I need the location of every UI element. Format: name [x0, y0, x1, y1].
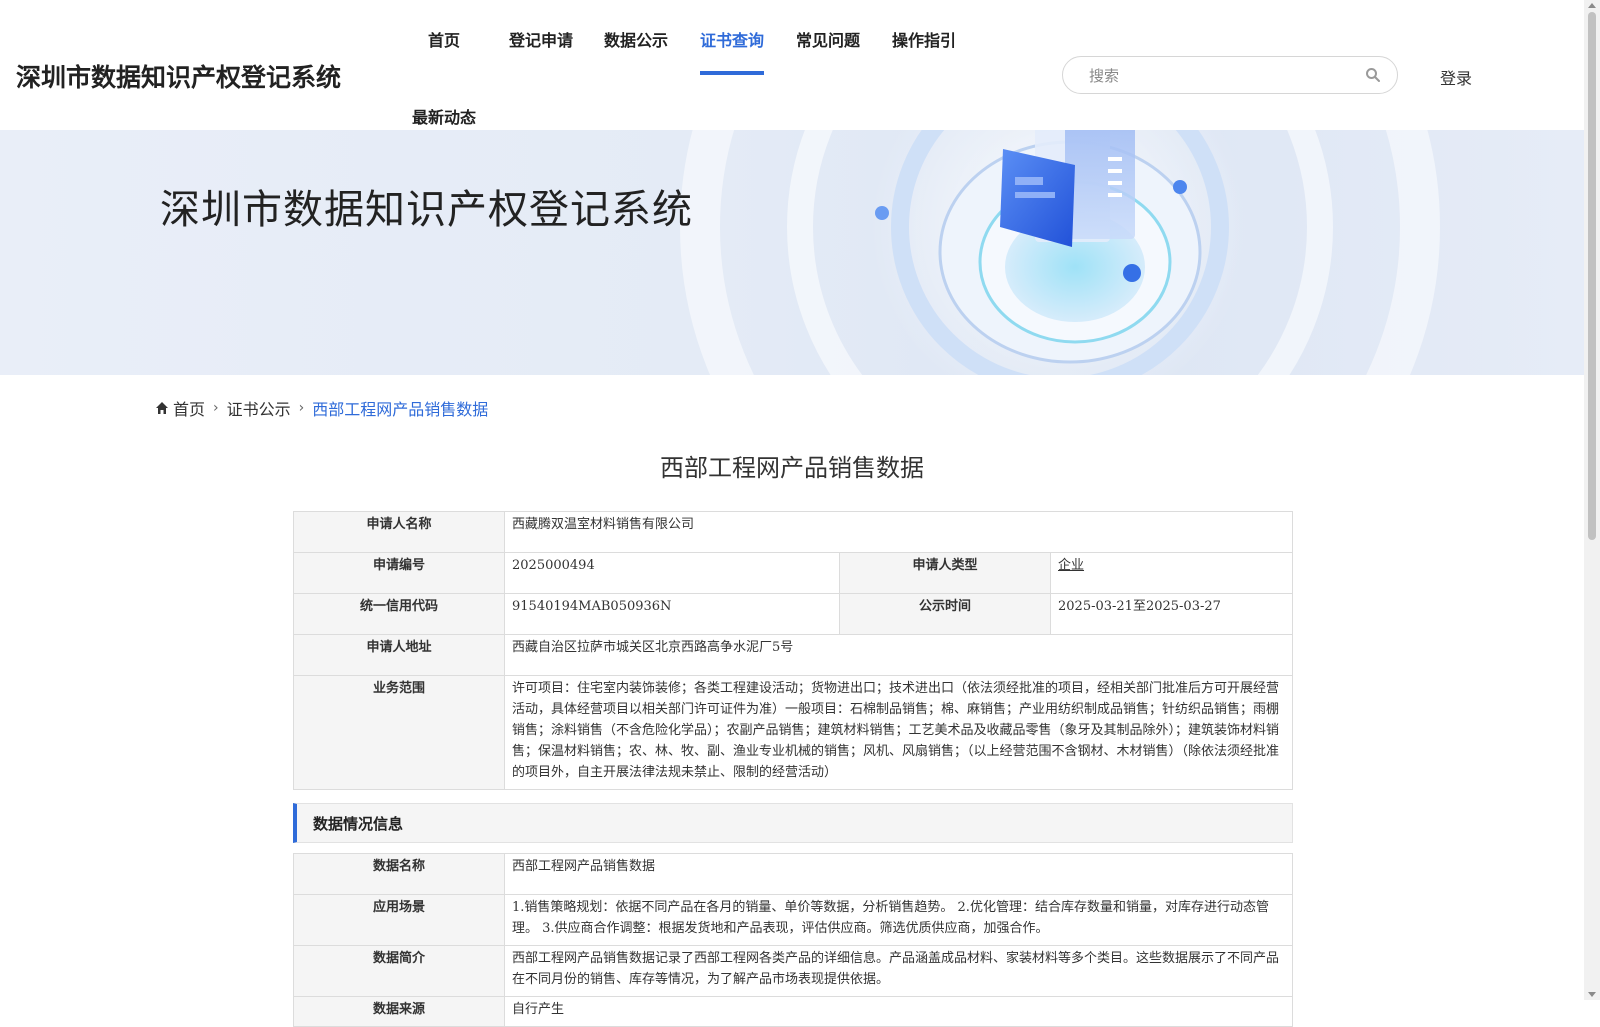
- credit-code-value: 91540194MAB050936N: [504, 593, 840, 635]
- chevron-right-icon: ›: [298, 400, 305, 416]
- application-scenario-value: 1.销售策略规划：依据不同产品在各月的销量、单价等数据，分析销售趋势。 2.优化…: [504, 894, 1293, 946]
- home-icon: [156, 402, 168, 414]
- top-header: 深圳市数据知识产权登记系统 首页 登记申请 数据公示 证书查询 常见问题 操作指…: [0, 0, 1584, 130]
- data-source-value: 自行产生: [504, 996, 1293, 1027]
- login-button[interactable]: 登录: [1440, 65, 1472, 89]
- active-nav-indicator: [700, 71, 764, 75]
- data-name-value: 西部工程网产品销售数据: [504, 853, 1293, 895]
- business-scope-value: 许可项目：住宅室内装饰装修；各类工程建设活动；货物进出口；技术进出口（依法须经批…: [504, 675, 1293, 790]
- application-number-label: 申请编号: [293, 552, 505, 594]
- vertical-scrollbar[interactable]: [1584, 0, 1600, 1000]
- applicant-name-label: 申请人名称: [293, 511, 505, 553]
- breadcrumb-certificate-publicity[interactable]: 证书公示: [227, 396, 291, 420]
- section-title: 数据情况信息: [313, 815, 404, 833]
- data-info-table: 数据名称 西部工程网产品销售数据 应用场景 1.销售策略规划：依据不同产品在各月…: [293, 853, 1293, 1027]
- nav-home[interactable]: 首页: [428, 27, 460, 51]
- chevron-right-icon: ›: [213, 400, 219, 416]
- data-source-label: 数据来源: [293, 996, 505, 1027]
- data-info-section-header: 数据情况信息: [293, 803, 1293, 843]
- data-name-label: 数据名称: [293, 853, 505, 895]
- applicant-type-label: 申请人类型: [839, 552, 1051, 594]
- scrollbar-thumb[interactable]: [1588, 12, 1596, 540]
- nav-data-publicity[interactable]: 数据公示: [604, 27, 668, 51]
- search-input[interactable]: [1087, 65, 1351, 87]
- business-scope-label: 业务范围: [293, 675, 505, 790]
- breadcrumb: 首页 › 证书公示 › 西部工程网产品销售数据: [155, 396, 488, 420]
- applicant-name-value: 西藏腾双温室材料销售有限公司: [504, 511, 1293, 553]
- applicant-address-label: 申请人地址: [293, 634, 505, 676]
- nav-register-apply[interactable]: 登记申请: [509, 27, 573, 51]
- publish-time-label: 公示时间: [839, 593, 1051, 635]
- scroll-down-icon[interactable]: [1588, 992, 1596, 997]
- breadcrumb-home[interactable]: 首页: [173, 396, 205, 420]
- publish-time-value: 2025-03-21至2025-03-27: [1050, 593, 1293, 635]
- search-box: [1062, 56, 1398, 94]
- credit-code-label: 统一信用代码: [293, 593, 505, 635]
- application-number-value: 2025000494: [504, 552, 840, 594]
- page-title: 西部工程网产品销售数据: [660, 454, 924, 482]
- nav-operation-guide[interactable]: 操作指引: [892, 27, 956, 51]
- nav-faq[interactable]: 常见问题: [796, 27, 860, 51]
- scroll-up-icon[interactable]: [1588, 3, 1596, 8]
- applicant-type-value[interactable]: 企业: [1058, 558, 1084, 573]
- applicant-info-table: 申请人名称 西藏腾双温室材料销售有限公司 申请编号 2025000494 申请人…: [293, 511, 1293, 790]
- breadcrumb-current: 西部工程网产品销售数据: [312, 400, 489, 419]
- search-icon[interactable]: [1365, 67, 1381, 83]
- banner-title: 深圳市数据知识产权登记系统: [160, 187, 693, 233]
- nav-latest-news[interactable]: 最新动态: [412, 104, 476, 128]
- nav-certificate-query[interactable]: 证书查询: [700, 27, 764, 51]
- applicant-address-value: 西藏自治区拉萨市城关区北京西路高争水泥厂5号: [504, 634, 1293, 676]
- data-intro-label: 数据简介: [293, 945, 505, 997]
- site-title[interactable]: 深圳市数据知识产权登记系统: [16, 58, 341, 94]
- data-intro-value: 西部工程网产品销售数据记录了西部工程网各类产品的详细信息。产品涵盖成品材料、家装…: [504, 945, 1293, 997]
- application-scenario-label: 应用场景: [293, 894, 505, 946]
